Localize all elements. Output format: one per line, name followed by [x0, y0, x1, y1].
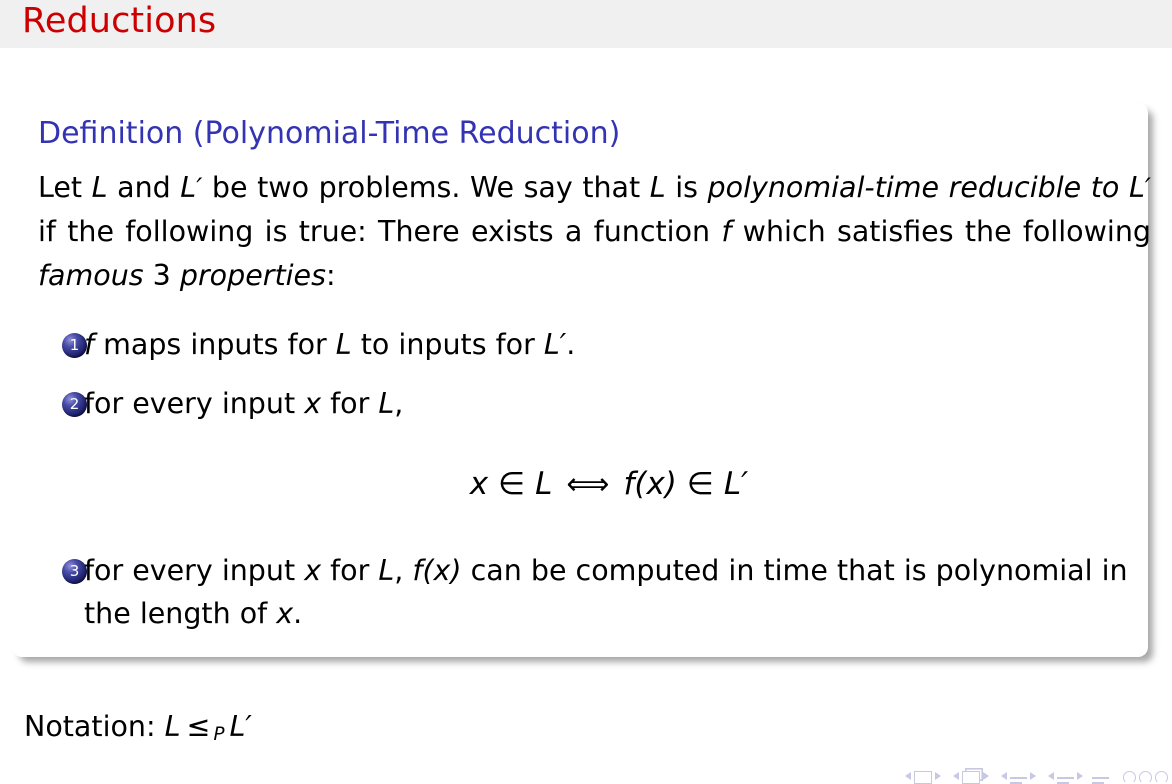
- text-run: ,: [394, 553, 413, 587]
- element-of-icon: ∈: [498, 466, 526, 503]
- text-run: ,: [394, 387, 404, 421]
- display-equation: x ∈ L ⟺ f(x) ∈ L′: [84, 461, 1134, 508]
- paragraph-text-3: be two problems. We say that: [202, 170, 650, 204]
- symbol-f-of-x: f(x): [412, 553, 462, 587]
- equation-rhs-function: f(x): [623, 466, 677, 503]
- nav-group-subsection[interactable]: [998, 772, 1039, 784]
- text-run: for: [321, 387, 379, 421]
- enumerate-ball-icon: 1: [62, 332, 87, 358]
- equation-rhs-set: L′: [723, 466, 749, 503]
- symbol-L: L: [91, 170, 108, 204]
- notation-label: Notation:: [24, 710, 156, 743]
- element-of-icon: ∈: [686, 466, 714, 503]
- emphasis-polynomial-time-reducible: polynomial-time reducible to: [707, 170, 1120, 204]
- list-item-text: f maps inputs for L to inputs for L′.: [84, 328, 575, 361]
- emphasis-famous: famous: [38, 259, 144, 293]
- definition-block: Definition (Polynomial-Time Reduction) L…: [12, 103, 1151, 658]
- paragraph-text-8: 3: [143, 259, 180, 293]
- less-or-equal-icon: ≤: [186, 710, 211, 743]
- list-item: 1 f maps inputs for L to inputs for L′.: [26, 323, 1134, 366]
- text-run: for: [321, 553, 379, 587]
- text-run: for every input: [84, 387, 305, 421]
- list-item: 2 for every input x for L, x ∈ L ⟺ f(x) ∈ L′: [26, 382, 1134, 508]
- prev-arrow-icon[interactable]: [1001, 772, 1007, 780]
- symbol-L: L: [1128, 170, 1145, 204]
- list-item-text: for every input x for L,: [84, 387, 403, 420]
- prime-mark: ′: [1144, 172, 1151, 204]
- symbol-L: L: [180, 170, 197, 204]
- next-arrow-icon[interactable]: [935, 772, 941, 780]
- paragraph-text-2: and: [107, 170, 181, 204]
- text-run: to inputs for: [351, 327, 544, 361]
- notation-right-symbol: L′: [229, 710, 252, 743]
- definition-paragraph: Let L and L′ be two problems. We say tha…: [38, 166, 1151, 299]
- definition-block-heading: Definition (Polynomial-Time Reduction): [38, 116, 621, 151]
- notation-left-symbol: L: [164, 710, 181, 743]
- list-item: 3 for every input x for L, f(x) can be c…: [26, 549, 1134, 636]
- emphasis-properties: properties: [179, 259, 326, 293]
- prev-arrow-icon[interactable]: [905, 772, 911, 780]
- properties-list: 1 f maps inputs for L to inputs for L′. …: [26, 323, 1134, 635]
- paragraph-text-6: if the following is true: There exists a…: [38, 214, 722, 248]
- paragraph-text-1: Let: [38, 170, 92, 204]
- iff-arrow-icon: ⟺: [566, 467, 610, 503]
- list-item-text: for every input x for L, f(x) can be com…: [84, 554, 1128, 630]
- paragraph-text-4: is: [665, 170, 708, 204]
- symbol-L: L: [378, 387, 395, 421]
- paragraph-text-5: [1119, 171, 1129, 204]
- enumerate-ball-icon: 2: [62, 392, 87, 418]
- equation-lhs-set: L: [535, 466, 553, 503]
- nav-group-section[interactable]: [1045, 772, 1086, 784]
- page-title: Reductions: [22, 1, 217, 41]
- enumerate-ball-icon: 3: [62, 558, 87, 584]
- paragraph-text-9: :: [325, 259, 336, 293]
- text-run: maps inputs for: [94, 327, 336, 361]
- equation-lhs-variable: x: [469, 466, 489, 503]
- next-arrow-icon[interactable]: [1030, 772, 1036, 780]
- symbol-x: x: [276, 596, 294, 630]
- symbol-L: L: [649, 170, 666, 204]
- next-arrow-icon[interactable]: [1077, 772, 1083, 780]
- paragraph-text-7: which satisfies the following: [731, 214, 1151, 248]
- text-run: .: [293, 596, 303, 630]
- beamer-navigation-bar[interactable]: [748, 758, 1168, 784]
- prev-arrow-icon[interactable]: [953, 772, 959, 780]
- symbol-L-prime: L′: [543, 327, 567, 361]
- symbol-L: L: [335, 327, 352, 361]
- symbol-x: x: [304, 387, 322, 421]
- slide-title-bar: Reductions: [0, 0, 1172, 48]
- symbol-L: L: [378, 553, 395, 587]
- notation-subscript: P: [213, 724, 225, 745]
- text-run: .: [566, 327, 576, 361]
- symbol-x: x: [304, 553, 322, 587]
- text-run: for every input: [84, 553, 305, 587]
- notation-line: Notation: L ≤ P L′: [24, 710, 252, 745]
- prev-arrow-icon[interactable]: [1048, 772, 1054, 780]
- symbol-f: f: [721, 214, 732, 248]
- next-arrow-icon[interactable]: [983, 772, 989, 780]
